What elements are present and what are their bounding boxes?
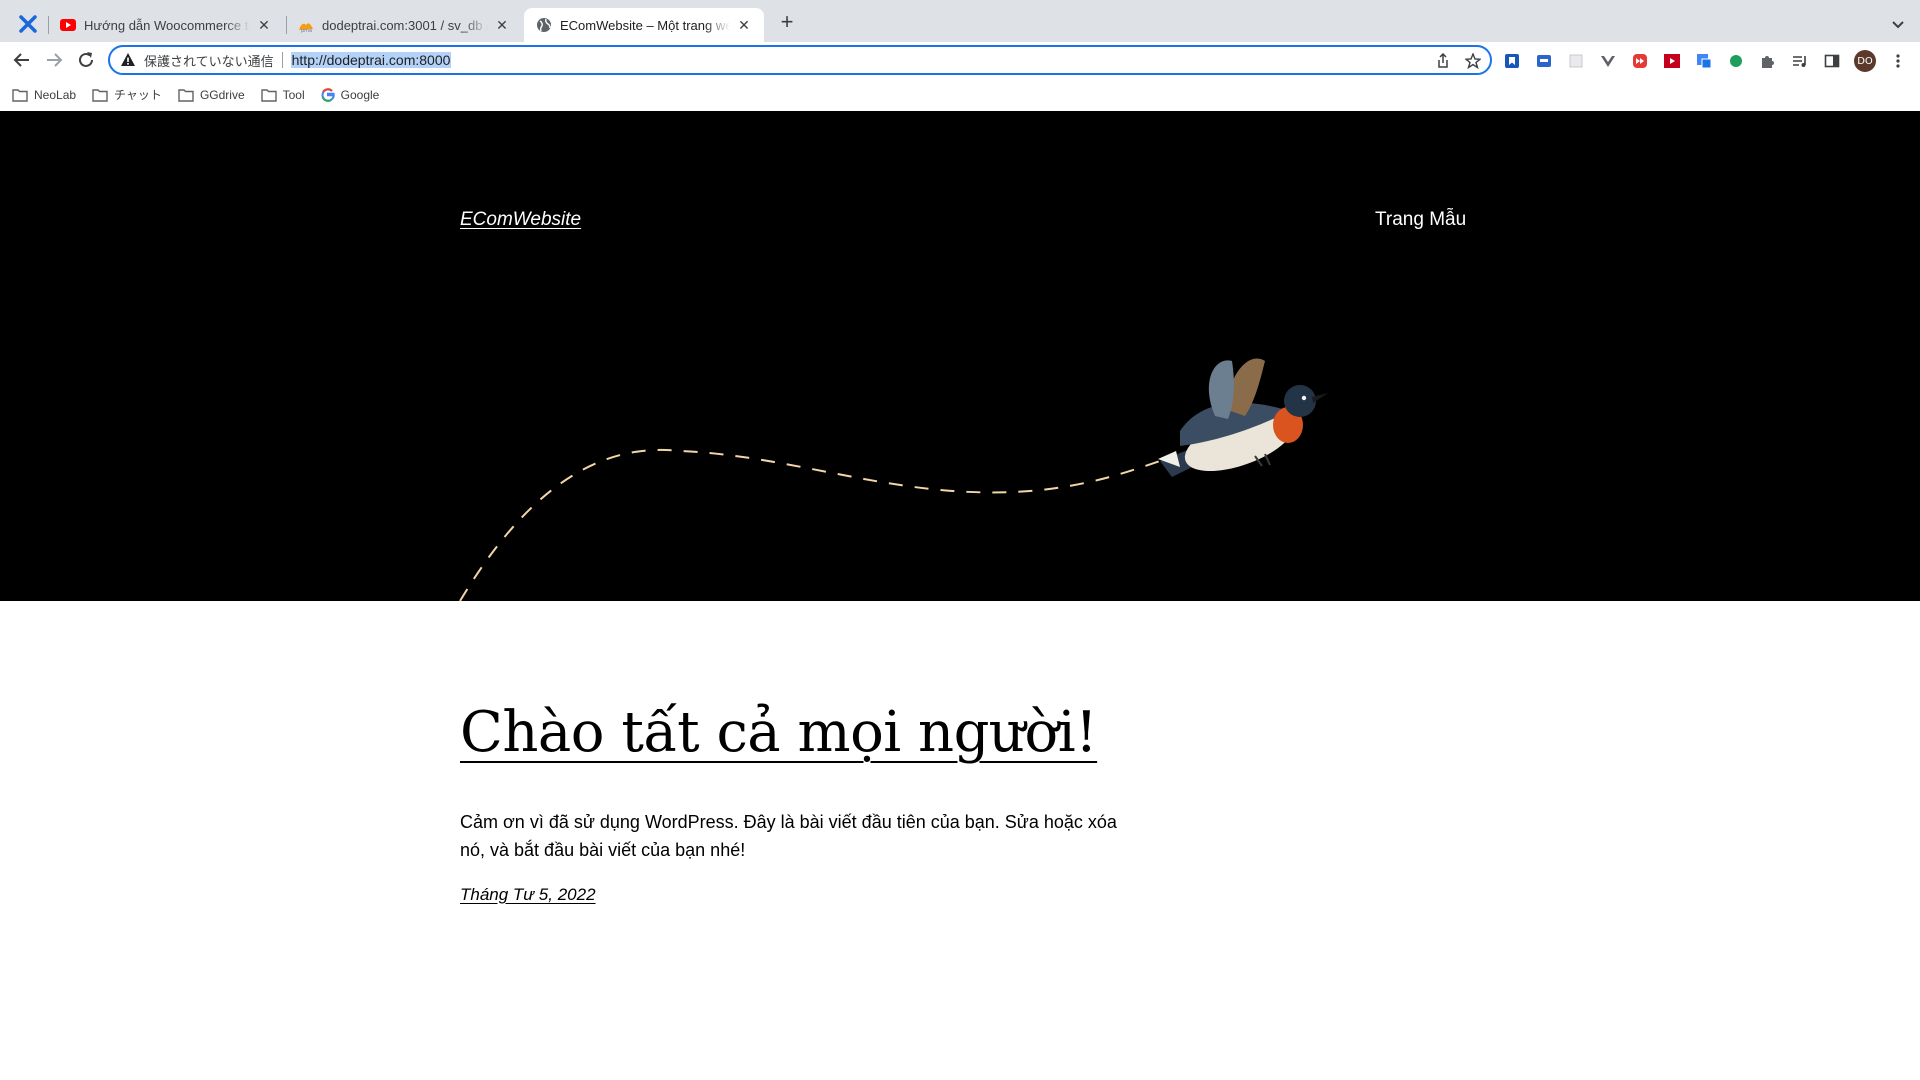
tab-close-icon[interactable]: ✕ <box>736 17 752 33</box>
tab-woocommerce[interactable]: Hướng dẫn Woocommerce từ A ✕ <box>48 8 284 42</box>
tab-close-icon[interactable]: ✕ <box>256 17 272 33</box>
flight-path-illustration <box>459 358 1328 601</box>
post-title-link[interactable]: Chào tất cả mọi người! <box>460 700 1460 765</box>
extension-youtube-icon[interactable] <box>1662 51 1682 71</box>
address-bar[interactable]: 保護されていない通信 http://dodeptrai.com:8000 <box>108 45 1492 75</box>
extension-fastforward-icon[interactable] <box>1630 51 1650 71</box>
globe-icon <box>537 18 551 32</box>
tab-title: EComWebsite – Một trang web <box>560 17 730 33</box>
extension-translate-icon[interactable] <box>1694 51 1714 71</box>
bookmarks-bar: NeoLab チャット GGdrive Tool Google <box>0 78 1920 111</box>
post-excerpt: Cảm ơn vì đã sử dụng WordPress. Đây là b… <box>460 812 1117 860</box>
forward-button[interactable] <box>42 48 66 72</box>
extension-vue-icon[interactable] <box>1598 51 1618 71</box>
bookmark-label: GGdrive <box>199 87 245 102</box>
bookmark-label: NeoLab <box>34 87 77 102</box>
svg-text:pma: pma <box>301 28 312 33</box>
bird-illustration <box>1158 358 1328 477</box>
puzzle-icon[interactable] <box>1758 51 1778 71</box>
google-icon <box>321 87 335 102</box>
site-title-link[interactable]: EComWebsite <box>460 209 581 231</box>
tab-close-icon[interactable]: ✕ <box>494 17 510 33</box>
tab-phpmyadmin[interactable]: pma dodeptrai.com:3001 / sv_db / w ✕ <box>286 8 522 42</box>
tab-title: Hướng dẫn Woocommerce từ A <box>84 17 250 33</box>
tab-ecomwebsite[interactable]: EComWebsite – Một trang web ✕ <box>524 8 764 42</box>
omnibox-divider <box>281 52 283 68</box>
more-menu-icon[interactable] <box>1888 51 1908 71</box>
warning-icon[interactable] <box>120 52 136 68</box>
extension-green-dot-icon[interactable] <box>1726 51 1746 71</box>
bookmark-ggdrive[interactable]: GGdrive <box>178 88 245 102</box>
chevron-down-icon[interactable] <box>1888 14 1908 34</box>
tab-strip: Hướng dẫn Woocommerce từ A ✕ pma dodeptr… <box>0 0 1920 42</box>
extension-grid-icon[interactable] <box>1566 51 1586 71</box>
post-date-link[interactable]: Tháng Tư 5, 2022 <box>460 885 596 905</box>
confluence-app-icon[interactable] <box>18 14 38 34</box>
extensions-area: DO <box>1502 50 1908 72</box>
new-tab-button[interactable]: + <box>776 11 798 34</box>
url-text[interactable]: http://dodeptrai.com:8000 <box>290 52 452 68</box>
back-button[interactable] <box>10 48 34 72</box>
site-header-hero: EComWebsite Trang Mẫu <box>0 111 1920 601</box>
reload-button[interactable] <box>74 48 98 72</box>
reload-icon <box>79 52 93 67</box>
security-status-label[interactable]: 保護されていない通信 <box>144 51 274 70</box>
media-control-icon[interactable] <box>1790 51 1810 71</box>
arrow-right-icon <box>47 53 63 67</box>
profile-avatar[interactable]: DO <box>1854 50 1876 72</box>
bookmark-label: チャット <box>114 88 162 102</box>
bookmark-neolab[interactable]: NeoLab <box>12 88 76 102</box>
nav-link-sample-page[interactable]: Trang Mẫu <box>1375 209 1466 231</box>
folder-icon <box>260 88 277 102</box>
folder-icon <box>92 88 108 102</box>
bookmark-google[interactable]: Google <box>321 87 380 102</box>
bookmark-tool[interactable]: Tool <box>260 87 305 102</box>
bookmark-chat[interactable]: チャット <box>92 86 162 103</box>
extension-card-icon[interactable] <box>1534 51 1554 71</box>
arrow-left-icon <box>13 53 29 67</box>
post-entry: Chào tất cả mọi người! Cảm ơn vì đã sử d… <box>460 700 1460 904</box>
phpmyadmin-icon: pma <box>299 23 313 33</box>
browser-toolbar: 保護されていない通信 http://dodeptrai.com:8000 DO <box>0 42 1920 78</box>
side-panel-icon[interactable] <box>1822 51 1842 71</box>
youtube-icon <box>60 19 76 31</box>
bookmark-star-icon[interactable] <box>1464 52 1482 70</box>
bookmark-label: Google <box>340 87 380 102</box>
folder-icon <box>178 88 194 102</box>
bookmark-label: Tool <box>282 87 305 102</box>
share-icon[interactable] <box>1434 52 1452 70</box>
extension-bookmark-icon[interactable] <box>1502 51 1522 71</box>
folder-icon <box>12 88 28 102</box>
tab-title: dodeptrai.com:3001 / sv_db / w <box>322 17 488 33</box>
